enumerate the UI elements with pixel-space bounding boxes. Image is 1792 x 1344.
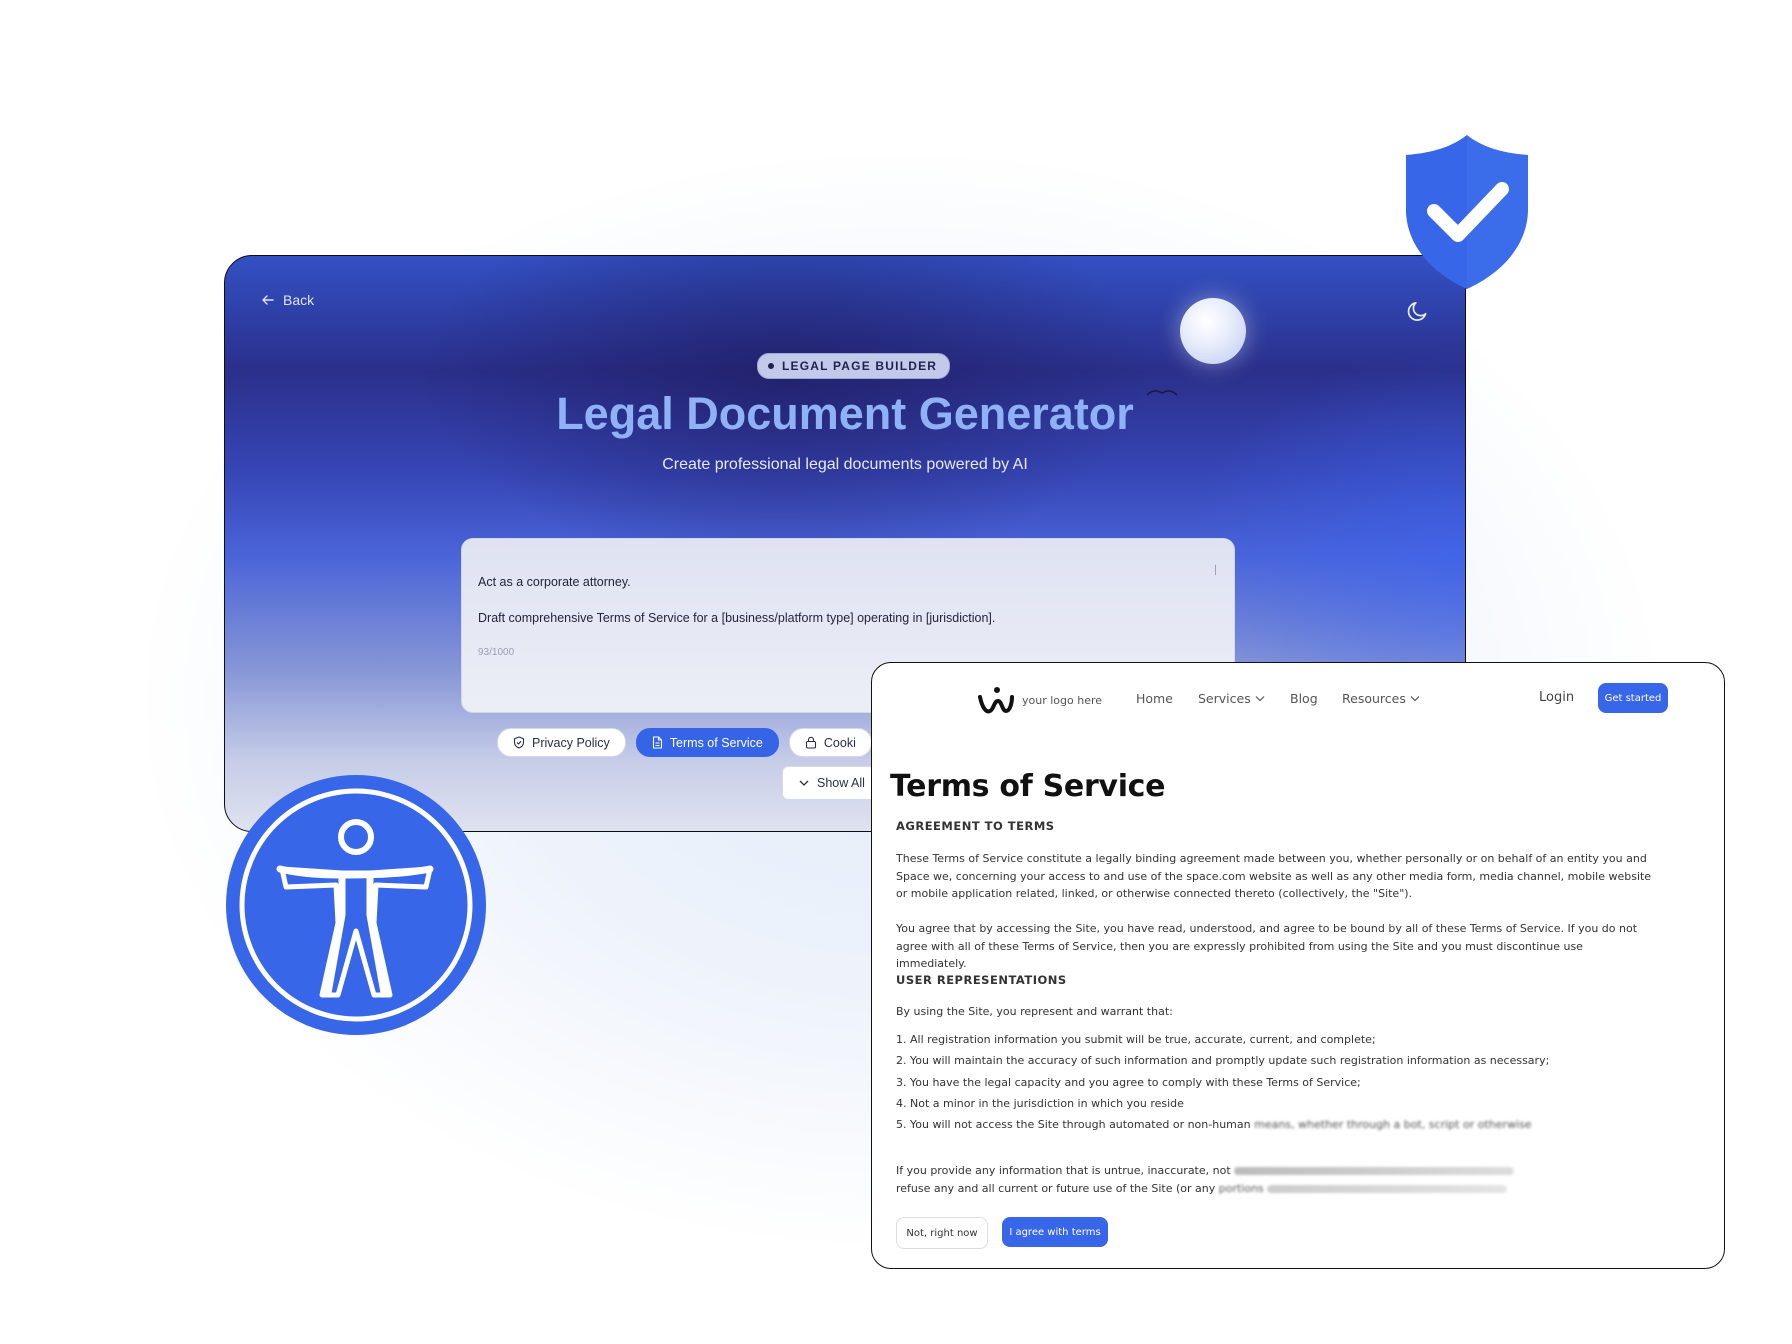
chevron-down-icon bbox=[799, 780, 809, 786]
page-title: Legal Document Generator bbox=[556, 388, 1134, 439]
section-heading-agreement: AGREEMENT TO TERMS bbox=[896, 819, 1055, 833]
chevron-down-icon bbox=[1255, 696, 1265, 702]
resize-handle bbox=[1215, 565, 1216, 575]
prompt-line-1: Act as a corporate attorney. bbox=[478, 575, 631, 589]
back-button[interactable]: Back bbox=[261, 292, 314, 308]
arrow-left-icon bbox=[262, 295, 274, 305]
chip-label: Privacy Policy bbox=[532, 735, 610, 750]
representations-list: 1. All registration information you subm… bbox=[896, 1033, 1656, 1139]
nav-home[interactable]: Home bbox=[1136, 691, 1173, 706]
representations-intro: By using the Site, you represent and war… bbox=[896, 1005, 1173, 1018]
lock-icon bbox=[805, 736, 816, 749]
tos-preview-card: your logo here Home Services Blog Resour… bbox=[871, 662, 1725, 1269]
faded-text-bar bbox=[1234, 1167, 1515, 1175]
tos-title: Terms of Service bbox=[890, 769, 1166, 804]
agreement-paragraph-2: You agree that by accessing the Site, yo… bbox=[896, 922, 1638, 970]
list-item: 4. Not a minor in the jurisdiction in wh… bbox=[896, 1096, 1184, 1110]
back-label: Back bbox=[283, 292, 315, 308]
list-item-text: 5. You will not access the Site through … bbox=[896, 1118, 1255, 1132]
chevron-down-icon bbox=[1410, 696, 1420, 702]
builder-badge: LEGAL PAGE BUILDER bbox=[757, 353, 951, 379]
page-subtitle: Create professional legal documents powe… bbox=[662, 456, 1028, 473]
list-item: 2. You will maintain the accuracy of suc… bbox=[896, 1054, 1550, 1068]
nav-blog[interactable]: Blog bbox=[1290, 691, 1318, 706]
prompt-line-2: Draft comprehensive Terms of Service for… bbox=[478, 611, 996, 625]
login-link[interactable]: Login bbox=[1539, 690, 1574, 705]
chip-privacy-policy[interactable]: Privacy Policy bbox=[497, 728, 626, 757]
nav-blog-label: Blog bbox=[1290, 691, 1318, 706]
chip-terms-of-service[interactable]: Terms of Service bbox=[635, 728, 779, 757]
faded-text-bar bbox=[1267, 1184, 1508, 1193]
logo-text: your logo here bbox=[1022, 693, 1103, 707]
faded-text: means, whether through a bot, script or … bbox=[1254, 1118, 1532, 1132]
site-logo[interactable]: your logo here bbox=[976, 683, 1102, 717]
closing-paragraph: If you provide any information that is u… bbox=[896, 1162, 1656, 1197]
list-item: 5. You will not access the Site through … bbox=[896, 1118, 1656, 1139]
section-heading-representations: USER REPRESENTATIONS bbox=[896, 973, 1067, 987]
accessibility-icon bbox=[226, 775, 486, 1035]
logo-mark-icon bbox=[978, 687, 1014, 714]
shield-check-icon bbox=[1406, 135, 1528, 289]
document-type-chips: Privacy Policy Terms of Service Cooki bbox=[497, 728, 872, 757]
chip-label: Terms of Service bbox=[669, 735, 763, 750]
badge-dot bbox=[768, 363, 774, 369]
closing-line-2: refuse any and all current or future use… bbox=[896, 1181, 1219, 1195]
chip-cookie-policy[interactable]: Cooki bbox=[788, 728, 872, 757]
site-navbar: your logo here Home Services Blog Resour… bbox=[872, 663, 1724, 733]
decline-button[interactable]: Not, right now bbox=[896, 1217, 988, 1249]
shield-icon bbox=[513, 736, 525, 749]
nav-services-label: Services bbox=[1198, 691, 1251, 706]
nav-services[interactable]: Services bbox=[1198, 691, 1265, 706]
nav-home-label: Home bbox=[1136, 691, 1173, 706]
faded-text: portions bbox=[1218, 1181, 1264, 1195]
list-item: 1. All registration information you subm… bbox=[896, 1033, 1376, 1046]
document-icon bbox=[652, 736, 662, 749]
moon-orb bbox=[1180, 298, 1246, 364]
moon-icon[interactable] bbox=[1405, 298, 1431, 324]
nav-resources-label: Resources bbox=[1342, 691, 1406, 706]
chip-label: Cooki bbox=[823, 735, 856, 750]
nav-resources[interactable]: Resources bbox=[1342, 691, 1420, 706]
badge-label: LEGAL PAGE BUILDER bbox=[782, 359, 938, 373]
get-started-button[interactable]: Get started bbox=[1598, 683, 1668, 713]
accept-terms-button[interactable]: I agree with terms bbox=[1002, 1217, 1108, 1247]
show-all-label: Show All bbox=[817, 776, 865, 790]
show-all-button[interactable]: Show All bbox=[782, 766, 882, 800]
agreement-paragraph-1: These Terms of Service constitute a lega… bbox=[896, 852, 1652, 900]
char-count: 93/1000 bbox=[478, 647, 515, 658]
list-item: 3. You have the legal capacity and you a… bbox=[896, 1075, 1361, 1089]
closing-line-1: If you provide any information that is u… bbox=[896, 1164, 1235, 1177]
